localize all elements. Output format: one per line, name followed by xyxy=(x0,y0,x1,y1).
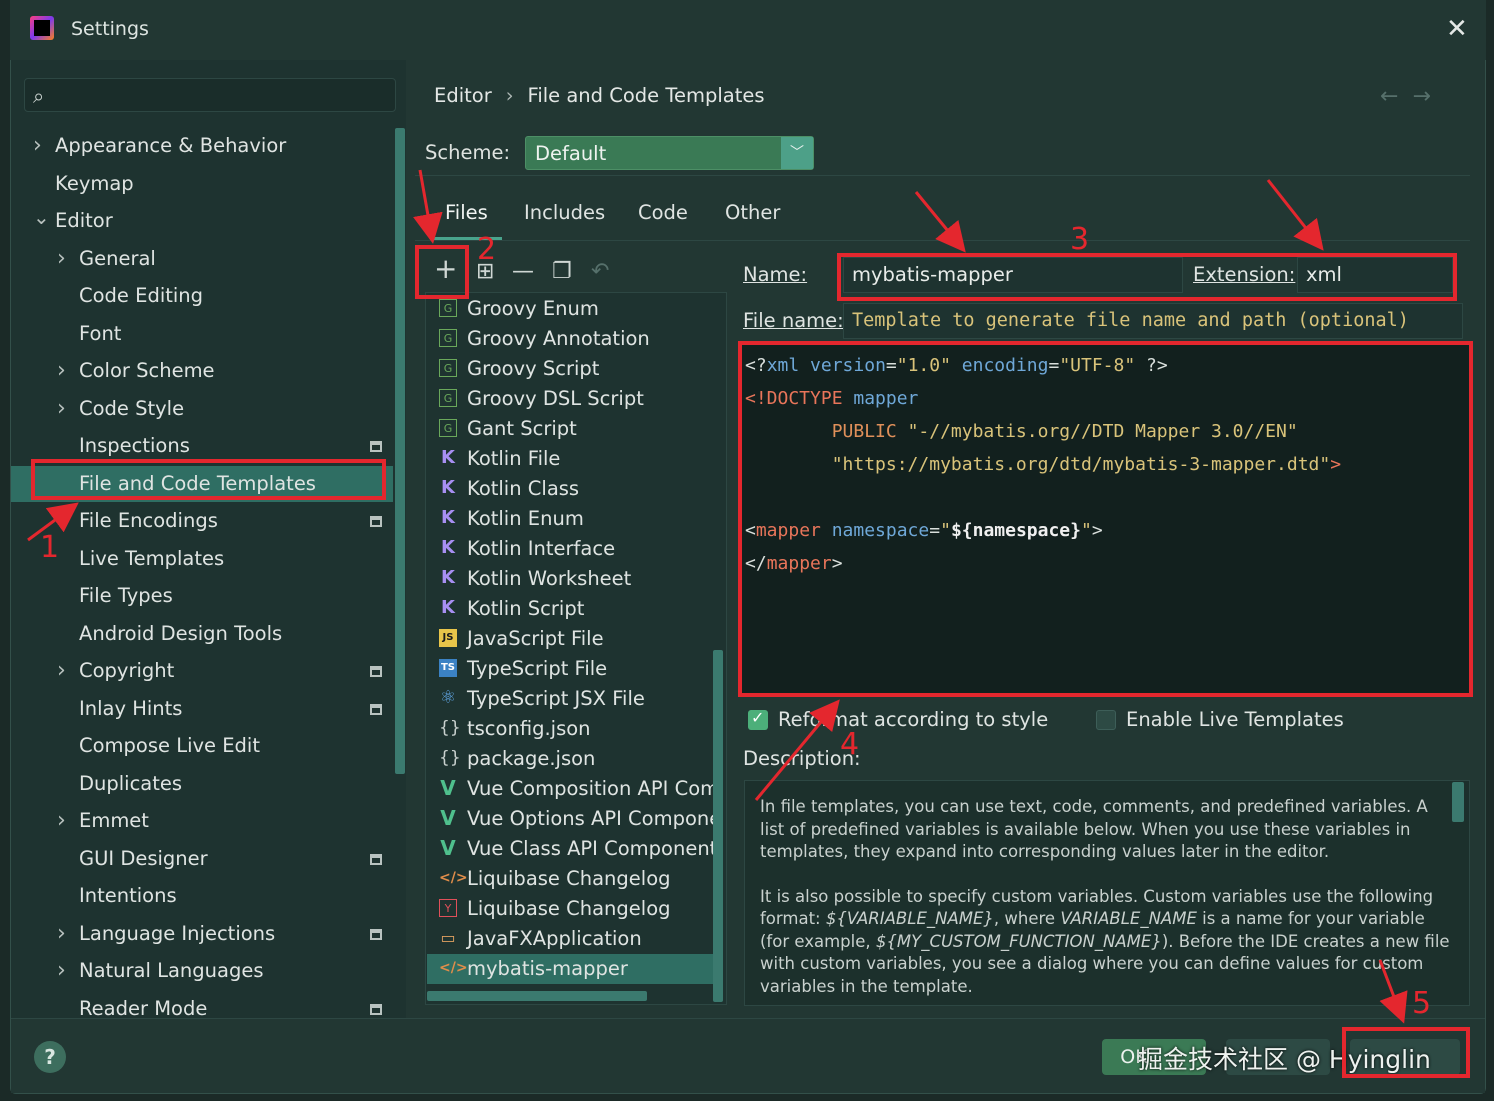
annotation-arrow-3a xyxy=(914,191,966,253)
annotation-arrow-2 xyxy=(413,169,443,244)
annotation-arrow-5 xyxy=(1378,959,1408,1024)
annotation-arrow-1 xyxy=(27,502,79,542)
annotation-arrow-4 xyxy=(754,699,840,801)
annotation-arrows xyxy=(27,169,1408,1024)
annotation-arrow-3b xyxy=(1266,179,1324,251)
